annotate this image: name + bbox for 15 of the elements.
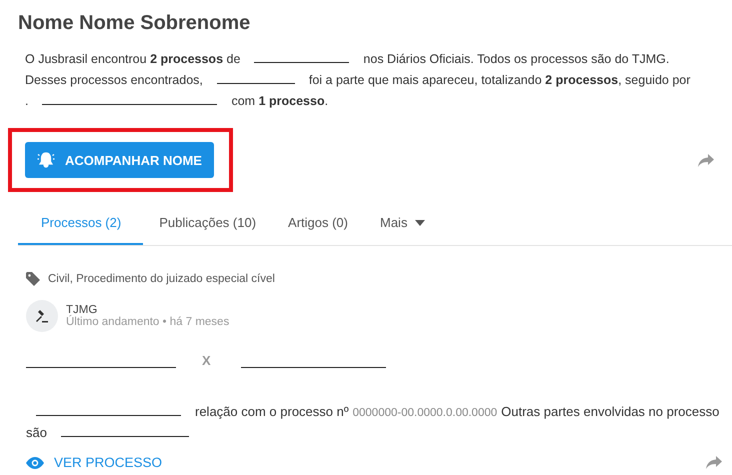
court-name: TJMG [66,304,98,316]
tags-text: Civil, Procedimento do juizado especial cível [48,273,275,285]
share-icon[interactable] [706,456,722,469]
bell-icon [37,152,55,168]
tab[interactable]: Mais [364,202,442,245]
versus-mark: X [202,353,211,368]
tag-icon [26,272,40,286]
share-icon[interactable] [698,154,714,166]
summary-text: O Jusbrasil encontrou 2 processos de nos Diários Oficiais. Todos os processos são do TJMG. Desses processos encontrados, foi a parte que mais apareceu, totalizando 2 processos, seguido por . com 1 processo. [25,51,692,110]
process-description: relação com o processo nº 0000000-00.0000.0.00.0000 Outras partes envolvidas no processo são [26,403,720,442]
eye-icon [26,456,44,468]
tab[interactable]: Artigos (0) [272,202,364,245]
page-title: Nome Nome Sobrenome [18,12,250,35]
last-update: Último andamento • há 7 meses [66,316,230,328]
tab[interactable]: Publicações (10) [143,202,272,245]
